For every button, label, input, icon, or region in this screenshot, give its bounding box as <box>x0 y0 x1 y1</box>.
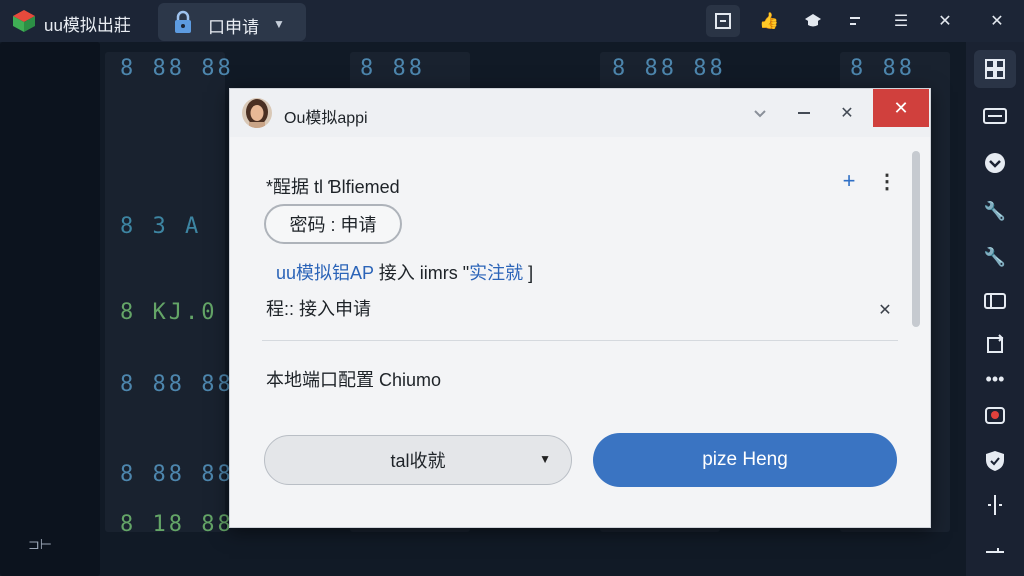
more-dots-icon[interactable]: ••• <box>974 360 1016 398</box>
window-close-icon[interactable]: ✕ <box>980 5 1014 37</box>
access-info-suffix: ] <box>523 263 534 283</box>
corner-indicator: ⊐⊢ <box>28 536 52 552</box>
menu-icon[interactable]: ☰ <box>884 5 918 37</box>
select-value: tal收就 <box>390 451 446 471</box>
divider-icon[interactable] <box>974 486 1016 524</box>
section-title: *酲据 tƖ Ɓlfiemed <box>266 177 400 197</box>
port-config-label: 本地端口配置 Chiumo <box>266 370 442 390</box>
lock-icon <box>175 10 191 33</box>
title-bar: uu模拟出莊 口申请 ▼ 👍 ☰ ✕ ✕ <box>0 0 1024 42</box>
record-icon[interactable] <box>974 396 1016 434</box>
wrench-alt-icon[interactable]: 🔧 <box>974 238 1016 276</box>
chevron-down-icon: ▼ <box>539 452 551 466</box>
password-request-chip[interactable]: 密码 : 申请 <box>264 204 402 244</box>
divider <box>262 340 898 341</box>
option-select[interactable]: tal收就 ▼ <box>264 435 572 485</box>
access-info-row: uu模拟铝AP 接入 iimrs "实注就 ] <box>276 259 533 285</box>
app-title: uu模拟出莊 <box>44 16 131 35</box>
multi-screen-icon[interactable] <box>974 50 1016 88</box>
minimize-small-icon[interactable] <box>838 5 872 37</box>
rotate-icon[interactable] <box>974 326 1016 364</box>
remove-icon[interactable]: ✕ <box>874 299 896 321</box>
avatar[interactable] <box>242 98 272 128</box>
hat-icon[interactable] <box>796 5 830 37</box>
app-link[interactable]: uu模拟铝AP <box>276 263 374 283</box>
right-toolbar: 🔧 🔧 ••• <box>966 42 1024 576</box>
confirm-button[interactable]: pize Heng <box>593 433 897 487</box>
resize-icon[interactable] <box>974 282 1016 320</box>
chevron-down-circle-icon[interactable] <box>974 144 1016 182</box>
chevron-down-icon: ▼ <box>273 17 285 31</box>
more-vertical-icon[interactable]: ⋮ <box>875 167 899 195</box>
shield-icon[interactable] <box>974 442 1016 480</box>
close-icon[interactable]: ✕ <box>831 98 863 128</box>
dialog-header: Ou模拟appi ✕ ✕ <box>230 89 930 137</box>
minimize-icon[interactable] <box>788 98 820 128</box>
dialog-close-button[interactable]: ✕ <box>873 89 929 127</box>
process-label: 程:: 接入申请 <box>266 299 372 319</box>
tab-label: 口申请 <box>208 18 259 37</box>
wrench-icon[interactable]: 🔧 <box>974 192 1016 230</box>
dialog-title: Ou模拟appi <box>284 110 368 127</box>
thumbs-up-icon[interactable]: 👍 <box>752 5 786 37</box>
access-request-dialog: Ou模拟appi ✕ ✕ *酲据 tƖ Ɓlfiemed + ⋮ 密码 : 申请… <box>229 88 931 528</box>
tab-dropdown[interactable]: 口申请 ▼ <box>158 3 306 41</box>
minus-line-icon[interactable] <box>974 532 1016 570</box>
add-icon[interactable]: + <box>835 167 863 195</box>
app-logo-icon <box>13 10 35 32</box>
access-info-text: 接入 iimrs " <box>373 263 470 283</box>
screen-fit-icon[interactable] <box>706 5 740 37</box>
keyboard-icon[interactable] <box>974 98 1016 136</box>
chevron-down-icon[interactable] <box>744 98 776 128</box>
scrollbar[interactable] <box>912 151 920 327</box>
close-icon[interactable]: ✕ <box>928 5 962 37</box>
detail-link[interactable]: 实注就 <box>469 263 523 283</box>
